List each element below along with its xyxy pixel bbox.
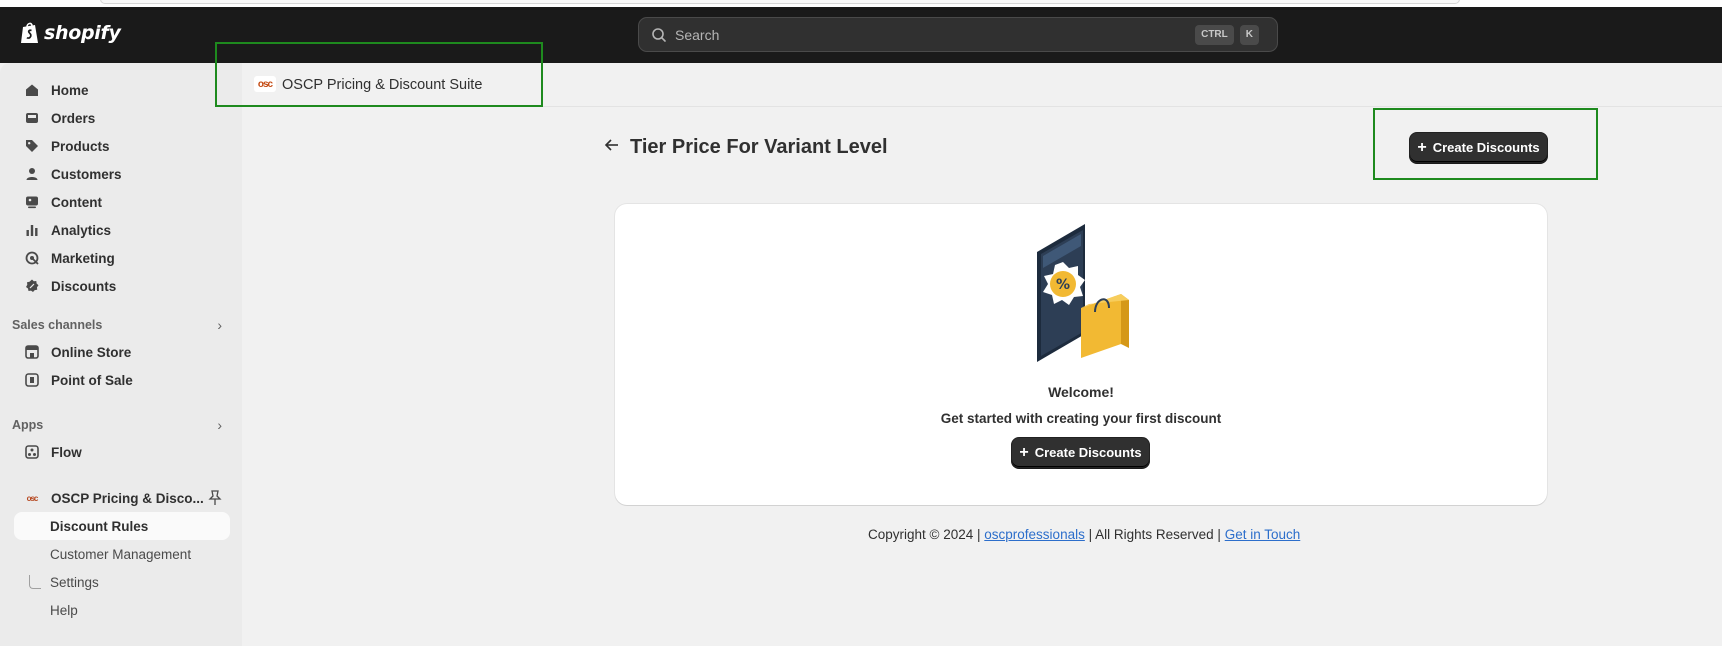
sidebar-item-label: Content bbox=[51, 194, 102, 210]
sidebar-item-discounts[interactable]: Discounts bbox=[14, 272, 230, 300]
sidebar-item-label: OSCP Pricing & Disco... bbox=[51, 490, 204, 506]
sidebar-item-label: Marketing bbox=[51, 250, 115, 266]
sidebar-item-customer-management[interactable]: Customer Management bbox=[14, 540, 230, 568]
sidebar-item-products[interactable]: Products bbox=[14, 132, 230, 160]
pos-icon bbox=[25, 373, 39, 387]
sidebar-item-label: Discounts bbox=[51, 278, 117, 294]
sidebar-item-label: Customer Management bbox=[50, 546, 192, 562]
sidebar-item-discount-rules[interactable]: Discount Rules bbox=[14, 512, 230, 540]
pin-icon[interactable] bbox=[208, 490, 222, 506]
sidebar-item-help[interactable]: Help bbox=[14, 596, 230, 624]
sidebar-item-home[interactable]: Home bbox=[14, 76, 230, 104]
kbd-ctrl: CTRL bbox=[1195, 24, 1234, 45]
sidebar-item-label: Help bbox=[50, 602, 78, 618]
tag-icon bbox=[25, 139, 39, 153]
sidebar-item-label: Settings bbox=[50, 574, 99, 590]
sidebar-item-label: Customers bbox=[51, 166, 122, 182]
sidebar-item-label: Orders bbox=[51, 110, 96, 126]
sidebar-item-label: Flow bbox=[51, 444, 82, 460]
sidebar-item-label: Products bbox=[51, 138, 110, 154]
sales-channels-heading: Sales channels bbox=[12, 318, 103, 332]
content-icon bbox=[25, 195, 39, 209]
orders-icon bbox=[25, 111, 39, 125]
sidebar-item-label: Analytics bbox=[51, 222, 112, 238]
copyright-text: Copyright © 2024 | bbox=[868, 527, 981, 542]
page-title: Tier Price For Variant Level bbox=[630, 136, 888, 158]
highlight-box-app-title bbox=[215, 42, 543, 107]
footer: Copyright © 2024 | oscprofessionals | Al… bbox=[868, 527, 1300, 542]
sidebar-item-marketing[interactable]: Marketing bbox=[14, 244, 230, 272]
plus-icon: + bbox=[1019, 443, 1029, 461]
apps-header[interactable]: Apps › bbox=[12, 414, 232, 436]
search-placeholder: Search bbox=[675, 26, 720, 43]
welcome-card: % Welcome! Get started with creating you… bbox=[615, 204, 1547, 505]
sidebar-item-label: Point of Sale bbox=[51, 372, 133, 388]
search-icon bbox=[652, 27, 666, 42]
sidebar-item-online-store[interactable]: Online Store bbox=[14, 338, 230, 366]
admin-frame: Home Orders Products Customers Content A… bbox=[0, 42, 1722, 646]
welcome-subtext: Get started with creating your first dis… bbox=[940, 411, 1222, 426]
chevron-right-icon: › bbox=[217, 417, 222, 433]
svg-text:%: % bbox=[1056, 277, 1070, 293]
brand-wordmark: shopify bbox=[44, 22, 121, 44]
sidebar-item-label: Online Store bbox=[51, 344, 132, 360]
browser-strip bbox=[0, 0, 1722, 7]
sales-channels-header[interactable]: Sales channels › bbox=[12, 314, 232, 336]
button-label: Create Discounts bbox=[1432, 140, 1540, 155]
sidebar: Home Orders Products Customers Content A… bbox=[0, 63, 242, 646]
welcome-heading: Welcome! bbox=[1048, 384, 1114, 400]
sidebar-item-point-of-sale[interactable]: Point of Sale bbox=[14, 366, 230, 394]
discount-illustration: % bbox=[1037, 224, 1129, 362]
get-in-touch-link[interactable]: Get in Touch bbox=[1225, 527, 1301, 542]
back-arrow-icon[interactable] bbox=[604, 137, 620, 153]
create-discounts-button[interactable]: + Create Discounts bbox=[1409, 132, 1548, 163]
oscprofessionals-link[interactable]: oscprofessionals bbox=[984, 527, 1085, 542]
target-icon bbox=[25, 251, 39, 265]
create-discounts-cta-button[interactable]: + Create Discounts bbox=[1011, 437, 1150, 468]
kbd-k: K bbox=[1239, 24, 1259, 45]
plus-icon: + bbox=[1417, 138, 1427, 156]
shopify-logo[interactable]: shopify bbox=[20, 21, 121, 45]
browser-address-bar bbox=[100, 0, 1460, 4]
bar-chart-icon bbox=[25, 223, 39, 237]
store-icon bbox=[25, 345, 39, 359]
search-input[interactable]: Search CTRL K bbox=[638, 17, 1278, 52]
sidebar-item-customers[interactable]: Customers bbox=[14, 160, 230, 188]
sidebar-item-label: Discount Rules bbox=[50, 518, 149, 534]
person-icon bbox=[25, 167, 39, 181]
sidebar-item-settings[interactable]: Settings bbox=[14, 568, 230, 596]
osc-app-logo-icon: osc bbox=[26, 493, 39, 503]
shopify-bag-icon bbox=[21, 22, 38, 43]
button-label: Create Discounts bbox=[1034, 445, 1142, 460]
sidebar-item-flow[interactable]: Flow bbox=[14, 438, 230, 466]
sidebar-item-label: Home bbox=[51, 82, 89, 98]
flow-icon bbox=[25, 445, 39, 459]
discount-icon bbox=[25, 279, 39, 293]
home-icon bbox=[25, 83, 39, 97]
sidebar-item-orders[interactable]: Orders bbox=[14, 104, 230, 132]
chevron-right-icon: › bbox=[217, 317, 222, 333]
sidebar-item-content[interactable]: Content bbox=[14, 188, 230, 216]
apps-heading: Apps bbox=[12, 418, 44, 432]
rights-text: | All Rights Reserved | bbox=[1088, 527, 1221, 542]
sidebar-item-oscp-app[interactable]: osc OSCP Pricing & Disco... bbox=[14, 484, 230, 512]
sidebar-item-analytics[interactable]: Analytics bbox=[14, 216, 230, 244]
